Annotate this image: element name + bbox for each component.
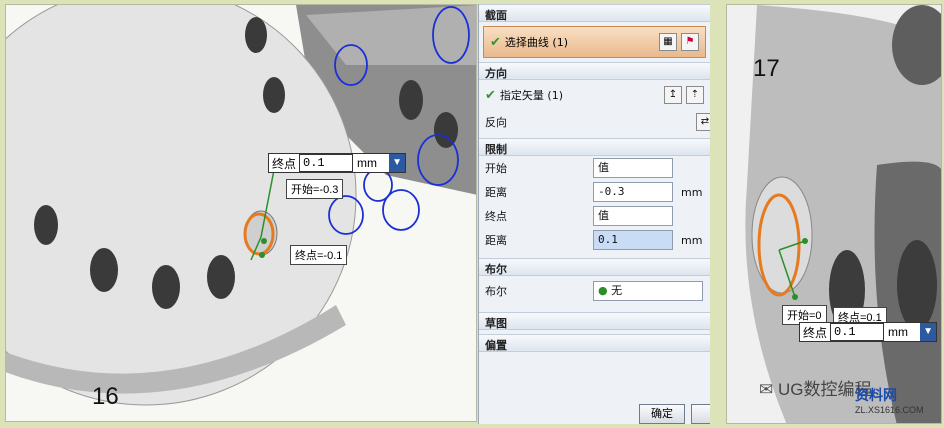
sketch-section-icon[interactable]: ▦: [659, 33, 677, 51]
figure-number-16: 16: [92, 383, 119, 410]
start-callout-left: 开始=-0.3: [286, 179, 344, 199]
reverse-label: 反向: [485, 116, 507, 129]
figure-number-17: 17: [753, 55, 780, 82]
end-callout-left: 终点=-0.1: [290, 245, 348, 265]
dropdown-arrow-icon[interactable]: ▼: [389, 154, 406, 172]
start-label: 开始: [485, 162, 507, 175]
wechat-icon: ✉: [759, 380, 774, 399]
select-curve-row[interactable]: ✔ 选择曲线 (1) ▦ ⚑: [483, 26, 706, 58]
end-unit: mm: [888, 325, 909, 339]
select-curve-label: 选择曲线 (1): [504, 36, 568, 49]
boolean-label: 布尔: [485, 285, 507, 298]
distance2-row: 距离 0.1 mm: [479, 228, 710, 252]
end-label: 终点: [800, 323, 831, 341]
distance1-label: 距离: [485, 186, 507, 199]
end-value-input[interactable]: 0.1: [299, 154, 354, 172]
specify-vector-row[interactable]: ✔ 指定矢量 (1) ↥ ⇡: [479, 80, 710, 110]
start-option-select[interactable]: 值: [593, 158, 673, 178]
boolean-value: 无: [611, 284, 623, 297]
end-distance-field-right[interactable]: 终点 0.1 mm ▼: [799, 322, 938, 342]
viewport-right[interactable]: 17 开始=0 终点=0.1 终点 0.1 mm ▼ ✉ UG数控编程 资料网 …: [726, 4, 942, 424]
section-curve-header[interactable]: 截面: [479, 4, 710, 22]
logo-url: ZL.XS1616.COM: [855, 405, 924, 415]
reverse-row[interactable]: 反向 ⇄: [479, 110, 710, 134]
section-direction-header[interactable]: 方向: [479, 62, 710, 80]
end-option-select[interactable]: 值: [593, 206, 673, 226]
reverse-direction-icon[interactable]: ⇄: [696, 113, 710, 131]
end-row: 终点 值: [479, 204, 710, 228]
distance1-input[interactable]: -0.3: [593, 182, 673, 202]
model-graphics-left: [6, 5, 476, 406]
vector-type-icon[interactable]: ⇡: [686, 86, 704, 104]
section-offset-header[interactable]: 偏置: [479, 334, 710, 352]
start-row: 开始 值: [479, 156, 710, 180]
section-boolean-header[interactable]: 布尔: [479, 258, 710, 276]
end-distance-field-left[interactable]: 终点 0.1 mm ▼: [268, 153, 407, 173]
distance1-row: 距离 -0.3 mm: [479, 180, 710, 204]
cancel-button[interactable]: [691, 404, 710, 424]
distance1-unit: mm: [681, 185, 703, 199]
boolean-none-icon: ●: [598, 284, 608, 297]
boolean-select[interactable]: ● 无: [593, 281, 703, 301]
section-limits-header[interactable]: 限制: [479, 138, 710, 156]
logo-text: 资料网: [855, 387, 897, 403]
distance2-unit: mm: [681, 233, 703, 247]
end-value-input[interactable]: 0.1: [830, 323, 885, 341]
extrude-dialog: 截面 ✔ 选择曲线 (1) ▦ ⚑ 方向 ✔ 指定矢量 (1) ↥ ⇡ 反向 ⇄…: [478, 4, 710, 424]
distance2-input[interactable]: 0.1: [593, 230, 673, 250]
end-label: 终点: [485, 210, 507, 223]
specify-vector-label: 指定矢量 (1): [499, 89, 563, 102]
check-icon: ✔: [490, 34, 501, 50]
curve-icon[interactable]: ⚑: [681, 33, 699, 51]
dropdown-arrow-icon[interactable]: ▼: [920, 323, 937, 341]
check-icon: ✔: [485, 87, 496, 103]
page: 终点 0.1 mm ▼ 开始=-0.3 终点=-0.1 16 截面 ✔ 选择曲线…: [0, 0, 944, 428]
section-sketch-header[interactable]: 草图: [479, 312, 710, 330]
viewport-left[interactable]: 终点 0.1 mm ▼ 开始=-0.3 终点=-0.1 16: [5, 4, 477, 422]
distance2-label: 距离: [485, 234, 507, 247]
end-label: 终点: [269, 154, 300, 172]
end-unit: mm: [357, 156, 378, 170]
boolean-row: 布尔 ● 无: [479, 276, 710, 306]
vector-dialog-icon[interactable]: ↥: [664, 86, 682, 104]
ok-button[interactable]: 确定: [639, 404, 685, 424]
